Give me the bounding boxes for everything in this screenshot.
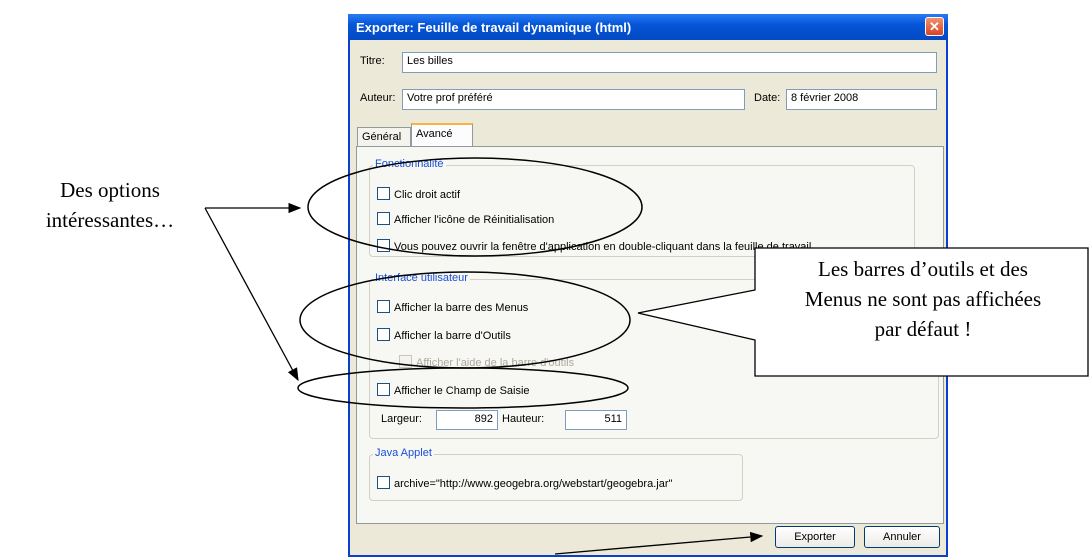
highlight-ellipse-barres	[299, 271, 631, 369]
callout-line-3: par défaut !	[874, 317, 972, 341]
arrow-to-champ-saisie	[204, 207, 299, 382]
highlight-ellipse-fonctionnalite	[307, 157, 643, 257]
callout-text: Les barres d’outils et des Menus ne sont…	[760, 254, 1086, 344]
arrow-to-exporter	[554, 531, 764, 555]
callout-line-2: Menus ne sont pas affichées	[804, 287, 1042, 311]
callout-line-1: Les barres d’outils et des	[818, 257, 1028, 281]
highlight-ellipse-champ-saisie	[297, 367, 629, 409]
